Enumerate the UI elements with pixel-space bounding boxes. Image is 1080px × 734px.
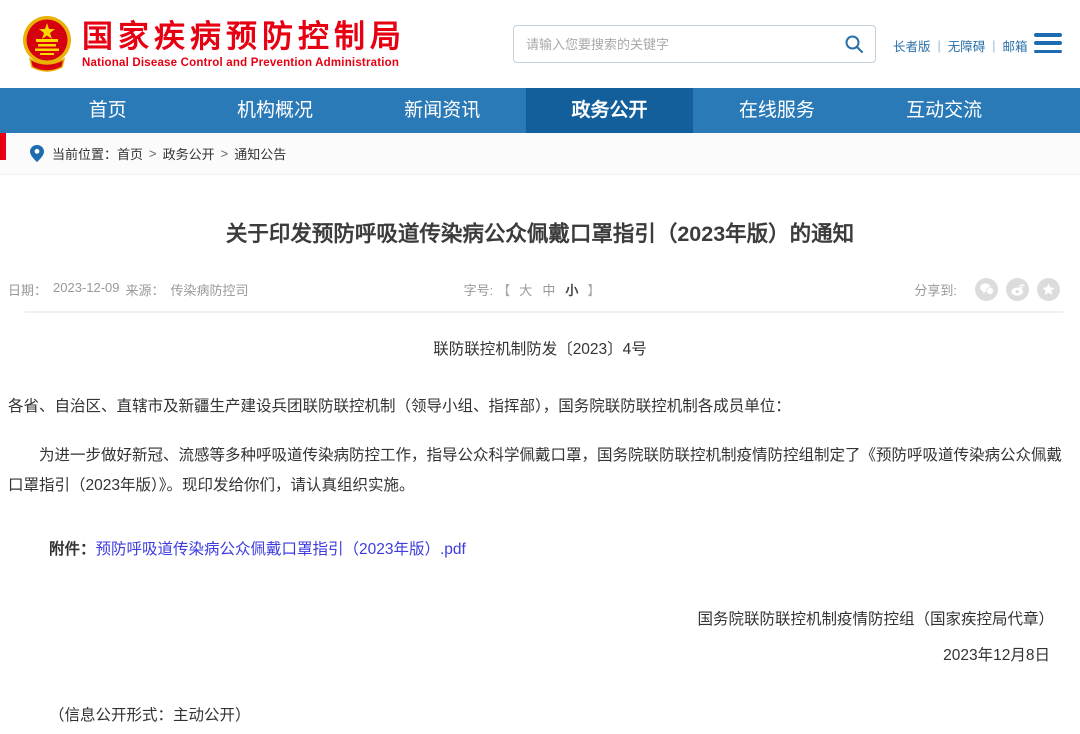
elder-version-link[interactable]: 长者版 bbox=[893, 36, 931, 55]
article-date: 2023-12-09 bbox=[53, 280, 120, 299]
header-quick-links: 长者版 | 无障碍 | 邮箱 bbox=[893, 36, 1028, 55]
search-icon bbox=[844, 34, 864, 54]
nav-item-gov-disclosure[interactable]: 政务公开 bbox=[526, 88, 693, 133]
site-name-english: National Disease Control and Prevention … bbox=[82, 57, 406, 69]
nav-item-online-services[interactable]: 在线服务 bbox=[693, 88, 860, 133]
attachment-pdf-link[interactable]: 预防呼吸道传染病公众佩戴口罩指引（2023年版）.pdf bbox=[96, 541, 466, 558]
page-title: 关于印发预防呼吸道传染病公众佩戴口罩指引（2023年版）的通知 bbox=[0, 221, 1080, 247]
meta-divider bbox=[25, 311, 1063, 313]
attachment-row: 附件：预防呼吸道传染病公众佩戴口罩指引（2023年版）.pdf bbox=[49, 537, 1080, 559]
breadcrumb-notices[interactable]: 通知公告 bbox=[234, 144, 286, 163]
article-paragraph-salutation: 各省、自治区、直辖市及新疆生产建设兵团联防联控机制（领导小组、指挥部），国务院联… bbox=[8, 395, 1076, 419]
article-container: 关于印发预防呼吸道传染病公众佩戴口罩指引（2023年版）的通知 日期： 2023… bbox=[0, 221, 1080, 725]
share-wechat-icon[interactable] bbox=[975, 278, 998, 301]
article-paragraph-body: 为进一步做好新冠、流感等多种呼吸道传染病防控工作，指导公众科学佩戴口罩，国务院联… bbox=[8, 441, 1076, 501]
search-box bbox=[513, 25, 876, 63]
red-accent-tab bbox=[0, 133, 6, 160]
site-logo[interactable]: 国家疾病预防控制局 National Disease Control and P… bbox=[22, 13, 406, 75]
mailbox-link[interactable]: 邮箱 bbox=[1003, 36, 1028, 55]
accessibility-link[interactable]: 无障碍 bbox=[948, 36, 986, 55]
national-emblem-icon bbox=[22, 13, 72, 75]
font-size-control: 字号: 【 大 中 小 】 bbox=[464, 280, 605, 299]
signature-date: 2023年12月8日 bbox=[0, 643, 1050, 665]
document-number: 联防联控机制防发〔2023〕4号 bbox=[0, 337, 1080, 359]
share-zone: 分享到: bbox=[604, 278, 1060, 301]
font-size-label: 字号: bbox=[464, 280, 494, 299]
source-label: 来源： bbox=[126, 280, 165, 299]
main-navigation: 首页 机构概况 新闻资讯 政务公开 在线服务 互动交流 bbox=[0, 88, 1080, 133]
nav-item-news[interactable]: 新闻资讯 bbox=[359, 88, 526, 133]
breadcrumb-separator: > bbox=[221, 146, 229, 161]
menu-hamburger-icon[interactable] bbox=[1034, 31, 1062, 55]
font-size-large-button[interactable]: 大 bbox=[519, 280, 532, 299]
breadcrumb-home[interactable]: 首页 bbox=[117, 144, 143, 163]
share-label: 分享到: bbox=[914, 280, 957, 299]
quick-link-separator: | bbox=[938, 39, 941, 53]
nav-item-interaction[interactable]: 互动交流 bbox=[860, 88, 1027, 133]
location-pin-icon bbox=[30, 145, 44, 162]
search-button[interactable] bbox=[833, 26, 875, 62]
attachment-label: 附件： bbox=[49, 541, 96, 558]
article-meta-row: 日期： 2023-12-09 来源： 传染病防控司 字号: 【 大 中 小 】 … bbox=[8, 277, 1060, 301]
publish-note: （信息公开形式：主动公开） bbox=[49, 703, 1080, 725]
signature-line: 国务院联防联控机制疫情防控组（国家疾控局代章） bbox=[0, 607, 1054, 629]
nav-item-overview[interactable]: 机构概况 bbox=[191, 88, 358, 133]
article-source: 传染病防控司 bbox=[171, 280, 249, 299]
bracket-open: 【 bbox=[497, 280, 510, 299]
site-name: 国家疾病预防控制局 bbox=[82, 20, 406, 54]
nav-item-home[interactable]: 首页 bbox=[24, 88, 191, 133]
quick-link-separator: | bbox=[992, 39, 995, 53]
site-header: 国家疾病预防控制局 National Disease Control and P… bbox=[0, 0, 1080, 88]
share-weibo-icon[interactable] bbox=[1006, 278, 1029, 301]
search-input[interactable] bbox=[514, 37, 833, 52]
share-qzone-star-icon[interactable] bbox=[1037, 278, 1060, 301]
breadcrumb-separator: > bbox=[149, 146, 157, 161]
article-meta-left: 日期： 2023-12-09 来源： 传染病防控司 bbox=[8, 280, 464, 299]
breadcrumb-gov-disclosure[interactable]: 政务公开 bbox=[163, 144, 215, 163]
font-size-medium-button[interactable]: 中 bbox=[542, 280, 555, 299]
date-label: 日期： bbox=[8, 280, 47, 299]
font-size-small-button[interactable]: 小 bbox=[565, 280, 578, 299]
breadcrumb-prefix: 当前位置： bbox=[52, 144, 117, 163]
breadcrumb: 当前位置： 首页 > 政务公开 > 通知公告 bbox=[0, 133, 1080, 175]
bracket-close: 】 bbox=[587, 280, 600, 299]
